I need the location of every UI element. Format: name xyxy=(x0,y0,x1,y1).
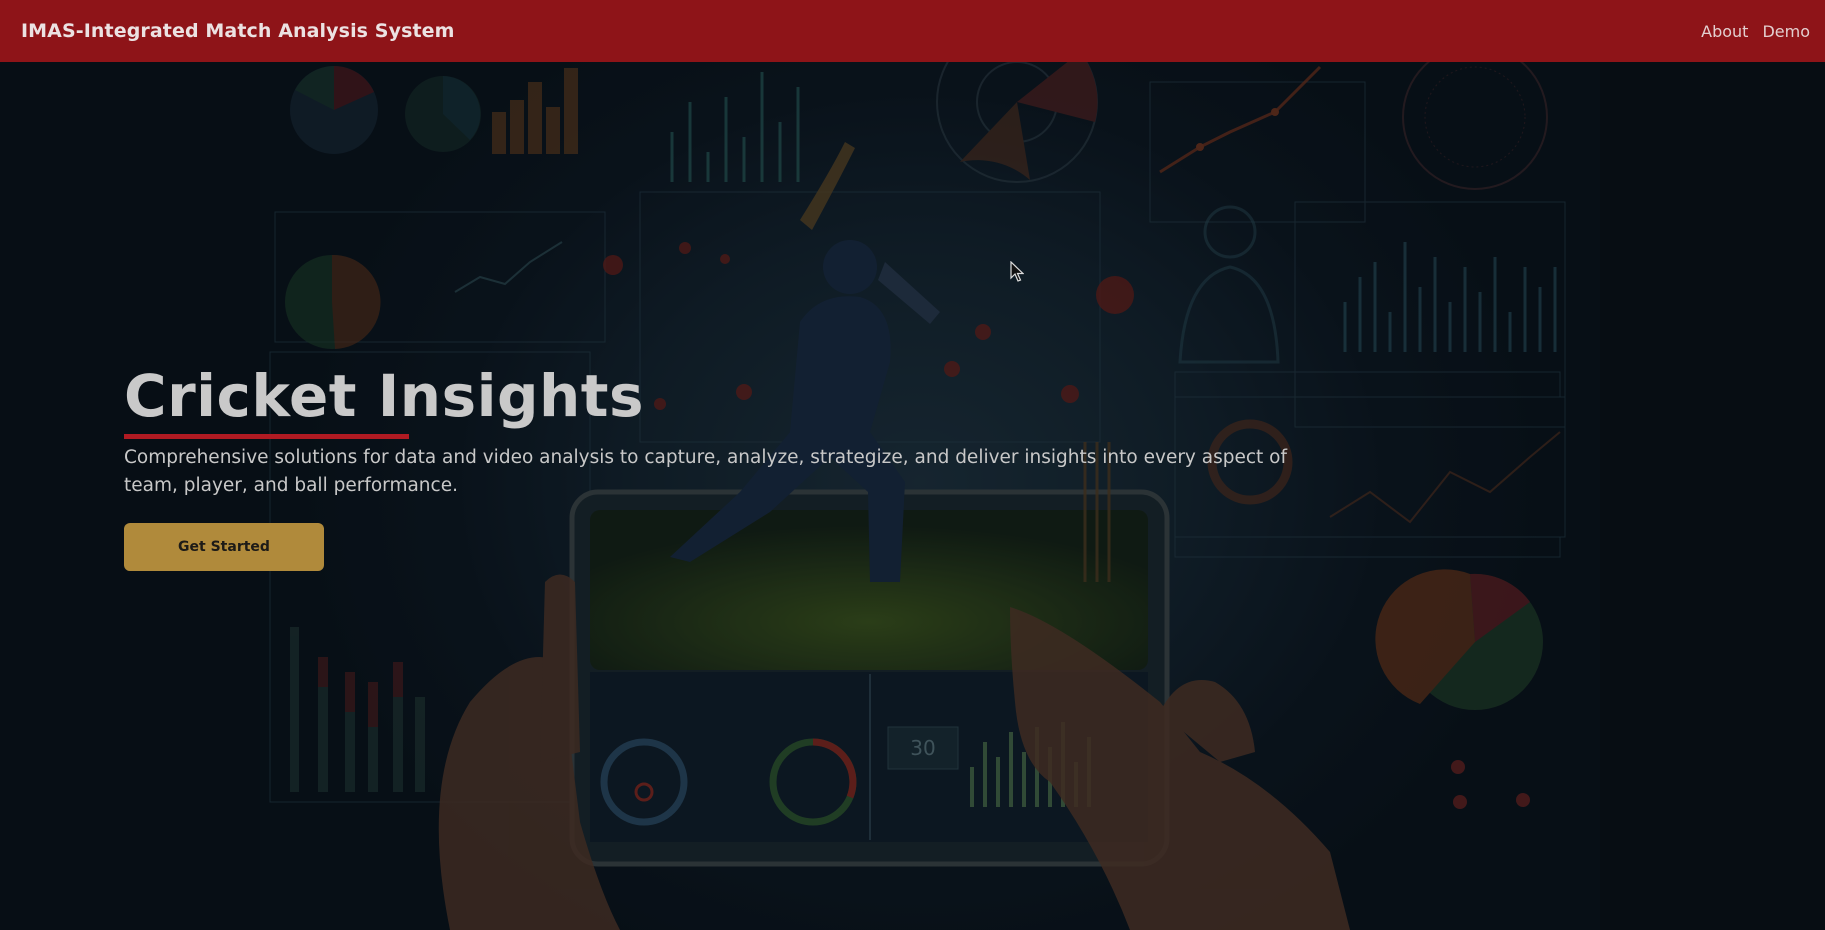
get-started-button[interactable]: Get Started xyxy=(124,522,324,571)
hero-description: Comprehensive solutions for data and vid… xyxy=(124,446,1287,496)
nav-links: About Demo xyxy=(1701,22,1810,41)
nav-link-demo[interactable]: Demo xyxy=(1762,22,1810,41)
hero-section: 30 Cricket Insights Comprehensive soluti… xyxy=(0,62,1825,930)
hero-title: Cricket Insights xyxy=(124,362,645,430)
top-navbar: IMAS-Integrated Match Analysis System Ab… xyxy=(0,0,1825,62)
brand-title[interactable]: IMAS-Integrated Match Analysis System xyxy=(21,20,455,42)
nav-link-about[interactable]: About xyxy=(1701,22,1748,41)
mouse-pointer-icon xyxy=(1010,261,1024,282)
title-underline xyxy=(124,433,409,439)
hero-content: Cricket Insights Comprehensive solutions… xyxy=(124,362,1304,571)
